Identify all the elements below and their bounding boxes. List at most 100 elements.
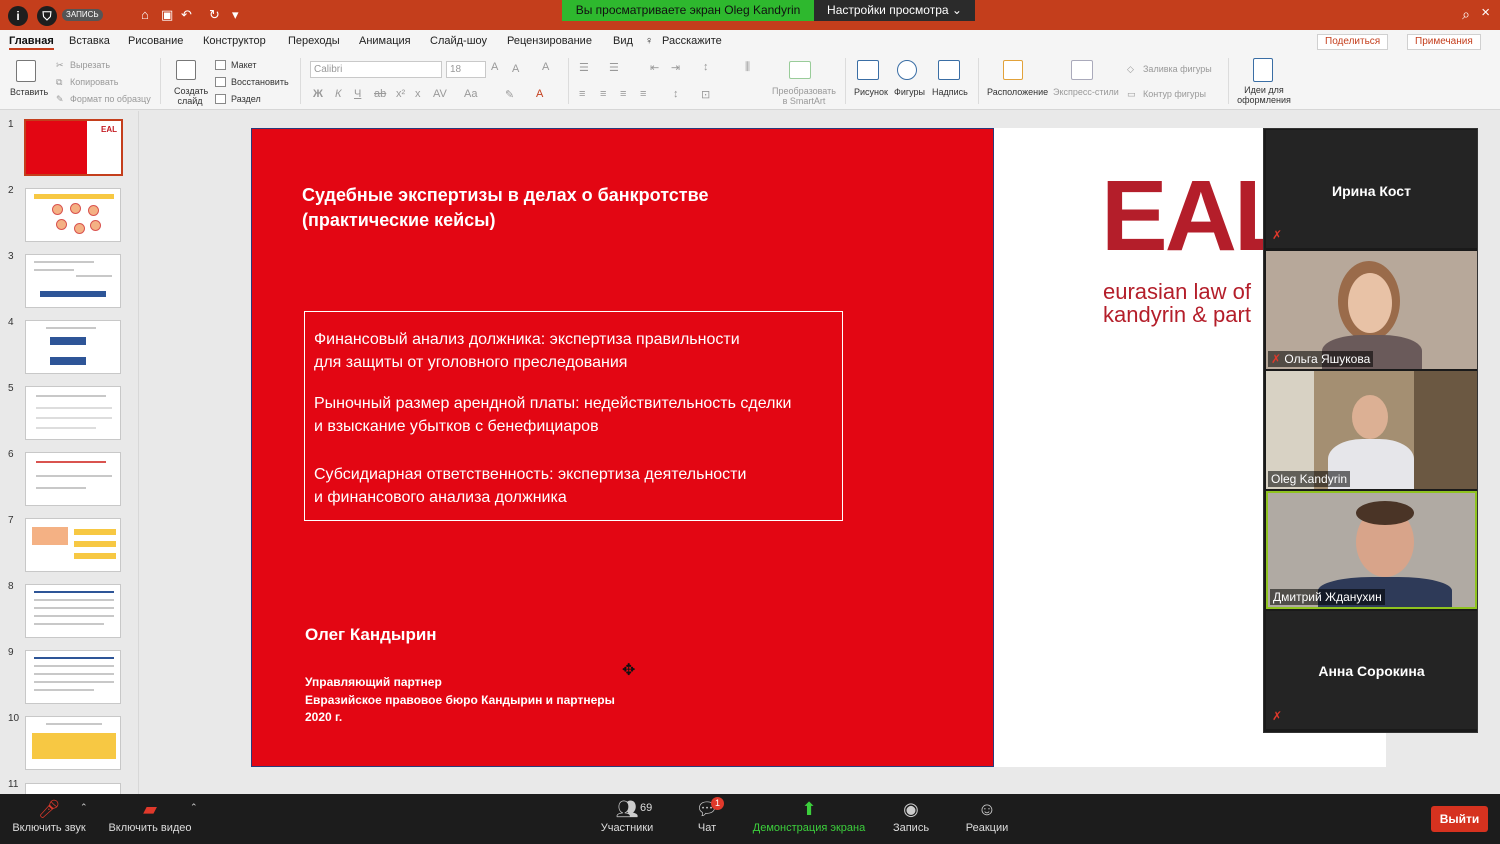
slide-thumbnail-3[interactable]	[25, 254, 121, 308]
slide-year[interactable]: 2020 г.	[305, 710, 342, 724]
comments-button[interactable]: Примечания	[1407, 34, 1481, 50]
increase-indent-icon[interactable]: ⇥	[671, 61, 680, 74]
tab-review[interactable]: Рецензирование	[507, 35, 592, 47]
italic-icon[interactable]: К	[335, 88, 341, 100]
shapes-label[interactable]: Фигуры	[894, 87, 925, 97]
tab-insert[interactable]: Вставка	[69, 35, 110, 47]
align-text-icon[interactable]: ⊡	[701, 88, 710, 101]
align-left-icon[interactable]: ≡	[579, 88, 585, 100]
smartart-icon[interactable]	[789, 61, 811, 79]
character-spacing-icon[interactable]: AV	[433, 88, 447, 100]
underline-icon[interactable]: Ч	[354, 88, 361, 100]
decrease-indent-icon[interactable]: ⇤	[650, 61, 659, 74]
cut-label[interactable]: Вырезать	[70, 60, 110, 70]
participant-video-panel[interactable]: Ирина Кост ✗ ✗ Ольга Яшукова Oleg Kandyr…	[1263, 128, 1478, 733]
slide-thumbnail-2[interactable]	[25, 188, 121, 242]
shape-outline-icon[interactable]: ▭	[1127, 89, 1136, 100]
arrange-icon[interactable]	[1003, 60, 1023, 80]
share-screen-button[interactable]: ⬆ Демонстрация экрана	[750, 794, 868, 844]
slide-title[interactable]: Судебные экспертизы в делах о банкротств…	[302, 183, 708, 233]
design-ideas-label[interactable]: Идеи для оформления	[1236, 85, 1292, 105]
tab-animations[interactable]: Анимация	[359, 35, 411, 47]
tab-design[interactable]: Конструктор	[203, 35, 266, 47]
slide-thumbnail-8[interactable]	[25, 584, 121, 638]
section-icon[interactable]	[215, 94, 226, 104]
change-case-icon[interactable]: Aa	[464, 88, 477, 100]
clear-format-icon[interactable]: A	[542, 61, 549, 73]
company-name[interactable]: Евразийское правовое бюро Кандырин и пар…	[305, 693, 615, 707]
line-spacing-icon[interactable]: ↕	[703, 61, 709, 73]
slide-thumbnail-1[interactable]: EAL	[24, 119, 123, 176]
superscript-icon[interactable]: x²	[396, 88, 405, 100]
align-center-icon[interactable]: ≡	[600, 88, 606, 100]
author-name[interactable]: Олег Кандырин	[305, 625, 437, 645]
topics-box[interactable]: Финансовый анализ должника: экспертиза п…	[304, 311, 843, 521]
participant-tile[interactable]: Oleg Kandyrin	[1266, 371, 1477, 489]
search-icon[interactable]: ⌕	[1462, 6, 1470, 23]
video-options-chevron-icon[interactable]: ⌃	[190, 802, 198, 813]
participant-tile-active-speaker[interactable]: Дмитрий Жданухин	[1266, 491, 1477, 609]
tab-draw[interactable]: Рисование	[128, 35, 183, 47]
participant-tile[interactable]: Анна Сорокина ✗	[1266, 611, 1477, 729]
author-position[interactable]: Управляющий партнер	[305, 675, 442, 689]
unmute-button[interactable]: 🎤︎ Включить звук	[8, 794, 90, 844]
paste-icon[interactable]	[16, 60, 36, 82]
view-options-button[interactable]: Настройки просмотра ⌄	[814, 0, 975, 21]
slide-thumbnail-5[interactable]	[25, 386, 121, 440]
picture-label[interactable]: Рисунок	[854, 87, 888, 97]
paste-label[interactable]: Вставить	[10, 87, 48, 97]
layout-icon[interactable]	[215, 60, 226, 70]
quick-access-dropdown-icon[interactable]: ▾	[232, 7, 239, 23]
slide-thumbnail-11[interactable]	[25, 783, 121, 794]
slide-thumbnail-9[interactable]	[25, 650, 121, 704]
design-ideas-icon[interactable]	[1253, 58, 1273, 82]
reset-label[interactable]: Восстановить	[231, 77, 289, 87]
start-video-button[interactable]: ▰ Включить видео	[106, 794, 194, 844]
shield-icon[interactable]: ⛉	[37, 6, 57, 26]
font-color-icon[interactable]: A	[536, 88, 543, 100]
shape-fill-icon[interactable]: ◇	[1127, 64, 1134, 75]
reactions-button[interactable]: ☺ Реакции	[962, 794, 1012, 844]
shapes-icon[interactable]	[897, 60, 917, 80]
convert-smartart-label[interactable]: Преобразовать в SmartArt	[769, 86, 839, 106]
save-icon[interactable]: ▣	[161, 7, 173, 23]
font-size-select[interactable]: 18	[446, 61, 486, 78]
layout-label[interactable]: Макет	[231, 60, 256, 70]
record-button[interactable]: ◉ Запись	[890, 794, 932, 844]
slide-thumbnail-panel[interactable]: 1 EAL 2 3 4 5 6 7 8 9 10 11	[0, 111, 139, 794]
bold-icon[interactable]: Ж	[313, 88, 323, 100]
slide-thumbnail-7[interactable]	[25, 518, 121, 572]
grow-font-icon[interactable]: A	[491, 61, 498, 73]
subscript-icon[interactable]: x	[415, 88, 421, 100]
share-button[interactable]: Поделиться	[1317, 34, 1389, 50]
text-direction-icon[interactable]: ↕	[673, 88, 679, 100]
tab-transitions[interactable]: Переходы	[288, 35, 340, 47]
new-slide-label[interactable]: Создать слайд	[174, 86, 208, 106]
tab-view[interactable]: Вид	[613, 35, 633, 47]
slide-thumbnail-10[interactable]	[25, 716, 121, 770]
new-slide-icon[interactable]	[176, 60, 196, 80]
picture-icon[interactable]	[857, 60, 879, 80]
participant-tile[interactable]: Ирина Кост ✗	[1266, 130, 1477, 248]
section-label[interactable]: Раздел	[231, 94, 261, 104]
cut-icon[interactable]: ✂	[56, 60, 64, 71]
copy-icon[interactable]: ⧉	[56, 77, 62, 88]
tell-me-search[interactable]: Расскажите	[662, 35, 722, 47]
copy-label[interactable]: Копировать	[70, 77, 118, 87]
info-icon[interactable]: i	[8, 6, 28, 26]
shrink-font-icon[interactable]: A	[512, 63, 519, 75]
arrange-label[interactable]: Расположение	[987, 87, 1048, 97]
highlight-icon[interactable]: ✎	[505, 88, 514, 101]
textbox-icon[interactable]	[938, 60, 960, 80]
close-icon[interactable]: ×	[1481, 4, 1490, 21]
quick-styles-label[interactable]: Экспресс-стили	[1053, 87, 1119, 97]
format-painter-label[interactable]: Формат по образцу	[70, 94, 151, 104]
home-icon[interactable]: ⌂	[141, 7, 149, 23]
redo-icon[interactable]: ↻	[209, 7, 220, 23]
quick-styles-icon[interactable]	[1071, 60, 1093, 80]
slide-thumbnail-6[interactable]	[25, 452, 121, 506]
reset-icon[interactable]	[215, 77, 226, 87]
font-name-select[interactable]: Calibri	[310, 61, 442, 78]
undo-icon[interactable]: ↶	[181, 7, 192, 23]
shape-fill-label[interactable]: Заливка фигуры	[1143, 64, 1212, 74]
